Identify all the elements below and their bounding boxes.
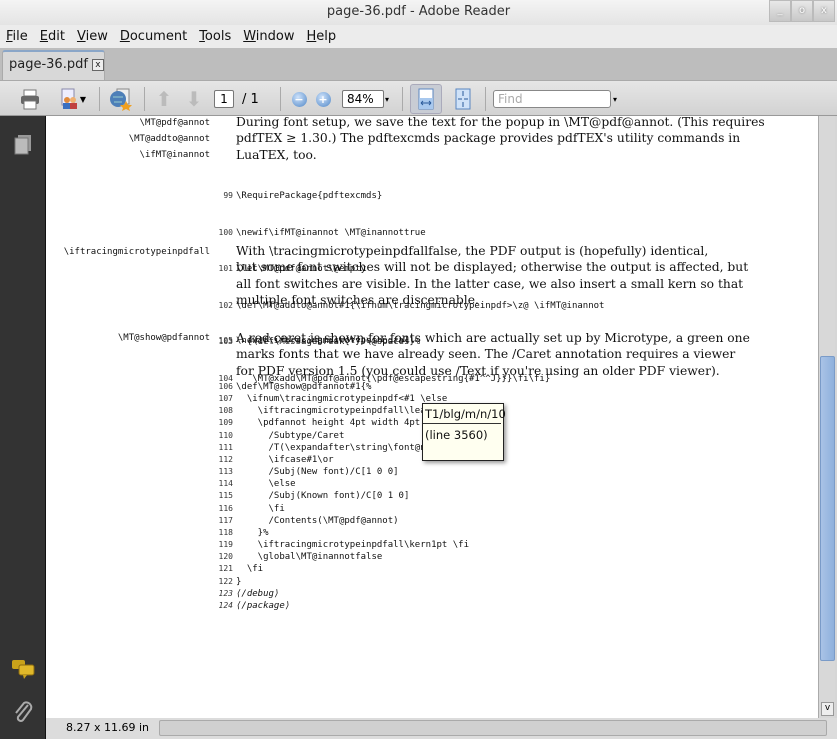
paragraph: During font setup, we save the text for … xyxy=(236,116,765,163)
text-line: With \tracingmicrotypeinpdfallfalse, the… xyxy=(236,244,709,258)
menu-tools[interactable]: Tools xyxy=(193,25,237,48)
web-services-button[interactable] xyxy=(107,87,135,111)
margin-label: \MT@pdf@annot xyxy=(139,118,210,128)
code-line: 119 \iftracingmicrotypeinpdfall\kern1pt … xyxy=(218,540,469,551)
toolbar: ▼ ⬆ ⬇ 1 / 1 − + 84% ▾ Find ▾ xyxy=(0,80,837,116)
text-line: A red caret is shown for fonts which are… xyxy=(236,331,750,345)
paragraph: A red caret is shown for fonts which are… xyxy=(236,330,750,379)
menu-help[interactable]: Help xyxy=(301,25,343,48)
margin-label: \iftracingmicrotypeinpdfall xyxy=(63,247,210,257)
minimize-button[interactable]: _ xyxy=(769,0,791,22)
fit-width-button[interactable] xyxy=(410,84,442,114)
collaborate-button[interactable]: ▼ xyxy=(52,87,92,111)
margin-label: \MT@show@pdfannot xyxy=(117,333,210,343)
vertical-scrollbar[interactable]: v xyxy=(818,116,835,718)
tab-label: page-36.pdf xyxy=(9,57,88,72)
paragraph: With \tracingmicrotypeinpdfallfalse, the… xyxy=(236,243,749,309)
popup-body: (line 3560) xyxy=(425,428,488,442)
menu-window[interactable]: Window xyxy=(237,25,300,48)
title-bar: page-36.pdf - Adobe Reader _ o x xyxy=(0,0,837,25)
globe-document-icon xyxy=(110,88,132,111)
margin-label: \MT@addto@annot xyxy=(128,134,210,144)
code-line: 106 \def\MT@show@pdfannot#1{% xyxy=(218,382,372,392)
code-line: 113 /Subj(New font)/C[1 0 0] xyxy=(218,467,399,478)
text-line: marks fonts that we have already seen. T… xyxy=(236,347,736,362)
popup-title: T1/blg/m/n/10 xyxy=(423,404,506,424)
fit-page-icon xyxy=(455,88,471,110)
paperclip-icon xyxy=(15,701,33,722)
share-users-icon xyxy=(61,88,77,109)
maximize-button[interactable]: o xyxy=(791,0,813,22)
tab-bar: page-36.pdf x xyxy=(0,48,837,80)
text-line: pdfTEX ≥ 1.30.) The pdftexcmds package p… xyxy=(236,131,741,146)
find-input[interactable]: Find xyxy=(493,90,611,108)
chevron-down-icon: ▼ xyxy=(79,94,87,104)
printer-icon xyxy=(21,89,39,110)
scrollbar-thumb[interactable] xyxy=(820,356,835,661)
fit-page-button[interactable] xyxy=(452,87,474,111)
zoom-select[interactable]: 84% xyxy=(342,90,384,108)
code-line: 114 \else xyxy=(218,479,296,490)
page-size: 8.27 x 11.69 in xyxy=(66,721,150,734)
code-line: 120 \global\MT@inannotfalse xyxy=(218,552,383,563)
arrow-down-icon: ⬇ xyxy=(185,87,203,111)
next-page-button[interactable]: ⬇ xyxy=(183,87,205,111)
text-line: multiple font switches are discernable. xyxy=(236,293,479,308)
text-line: but some font switches will not be displ… xyxy=(236,260,749,275)
pages-panel-button[interactable] xyxy=(13,134,33,160)
print-button[interactable] xyxy=(17,87,43,111)
plus-icon: + xyxy=(315,91,331,107)
menu-view[interactable]: View xyxy=(71,25,114,48)
text-line: During font setup, we save the text for … xyxy=(236,116,765,129)
page-number-input[interactable]: 1 xyxy=(214,90,234,108)
menu-file[interactable]: File xyxy=(0,25,34,48)
code-line: 122} xyxy=(218,576,242,587)
text-line: LuaTEX, too. xyxy=(236,147,317,162)
attachments-panel-button[interactable] xyxy=(12,700,34,728)
navigation-pane xyxy=(0,116,46,739)
pages-icon xyxy=(14,135,31,155)
fit-width-icon xyxy=(418,88,434,110)
zoom-in-button[interactable]: + xyxy=(314,87,332,111)
annotation-popup[interactable]: T1/blg/m/n/10 (line 3560) xyxy=(422,403,506,461)
menu-document[interactable]: Document xyxy=(114,25,193,48)
margin-label: \ifMT@inannot xyxy=(139,150,210,160)
code-line: 121 \fi xyxy=(218,564,264,575)
comments-icon xyxy=(12,660,35,679)
previous-page-button[interactable]: ⬆ xyxy=(153,87,175,111)
code-line: 123 ⟨/debug⟩ xyxy=(218,588,280,599)
horizontal-scrollbar[interactable] xyxy=(159,720,827,736)
menu-edit[interactable]: Edit xyxy=(34,25,71,48)
comments-panel-button[interactable] xyxy=(11,658,37,684)
arrow-up-icon: ⬆ xyxy=(155,87,173,111)
zoom-out-button[interactable]: − xyxy=(290,87,308,111)
code-line: 115 /Subj(Known font)/C[0 1 0] xyxy=(218,491,410,502)
text-line: all font switches are visible. In the la… xyxy=(236,276,744,291)
tab-document[interactable]: page-36.pdf x xyxy=(2,50,105,80)
window-title: page-36.pdf - Adobe Reader xyxy=(326,4,511,19)
menu-bar: File Edit View Document Tools Window Hel… xyxy=(0,25,837,48)
minus-icon: − xyxy=(291,91,307,107)
close-button[interactable]: x xyxy=(813,0,835,22)
code-line: 116 \fi xyxy=(218,503,285,514)
code-line: 124 ⟨/package⟩ xyxy=(218,600,291,611)
zoom-dropdown-button[interactable]: ▾ xyxy=(385,87,389,111)
status-bar: 8.27 x 11.69 in xyxy=(46,718,837,739)
scroll-down-icon[interactable]: v xyxy=(821,702,834,716)
find-options-button[interactable]: ▾ xyxy=(613,87,617,111)
page-total: / 1 xyxy=(242,91,259,107)
tab-close-icon[interactable]: x xyxy=(91,58,104,71)
code-line: 117 /Contents(\MT@pdf@annot) xyxy=(218,515,399,526)
text-line: for PDF version 1.5 (you could use /Text… xyxy=(236,363,720,378)
code-line: 118 }% xyxy=(218,527,269,538)
